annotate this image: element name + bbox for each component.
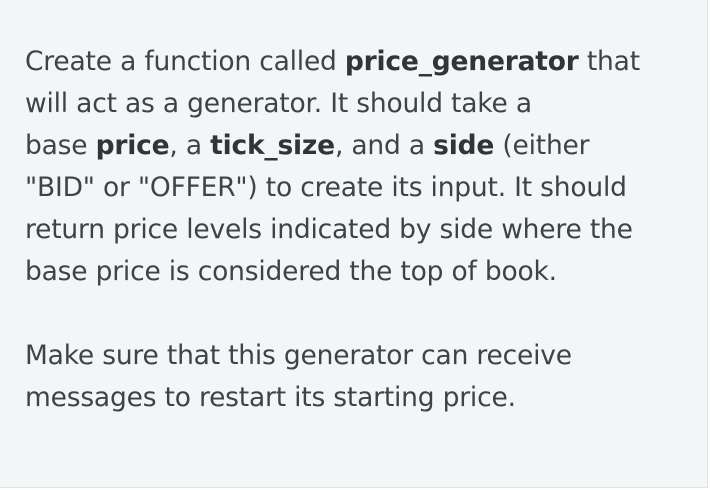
text-segment: , and a [334,130,434,161]
keyword-side: side [433,130,495,161]
text-segment: base [25,130,96,161]
keyword-tick-size: tick_size [210,130,335,161]
text-segment: return price levels indicated by side wh… [25,214,633,245]
text-segment: , a [169,130,211,161]
instruction-text: Create a function called price_generator… [25,41,675,419]
text-segment: base price is considered the top of book… [25,256,557,287]
text-segment: "BID" or "OFFER") to create its input. I… [25,172,627,203]
keyword-price: price [95,130,170,161]
text-segment: (either [494,130,590,161]
instruction-paragraph-2: Make sure that this generator can receiv… [25,335,675,419]
instruction-paragraph-1: Create a function called price_generator… [25,41,675,293]
text-segment: that [578,46,640,77]
text-segment: Create a function called [25,46,345,77]
text-segment: Make sure that this generator can receiv… [25,340,572,371]
instruction-panel: Create a function called price_generator… [0,0,708,488]
text-segment: will act as a generator. It should take … [25,88,532,119]
text-segment: messages to restart its starting price. [25,382,516,413]
keyword-price-generator: price_generator [344,46,579,77]
